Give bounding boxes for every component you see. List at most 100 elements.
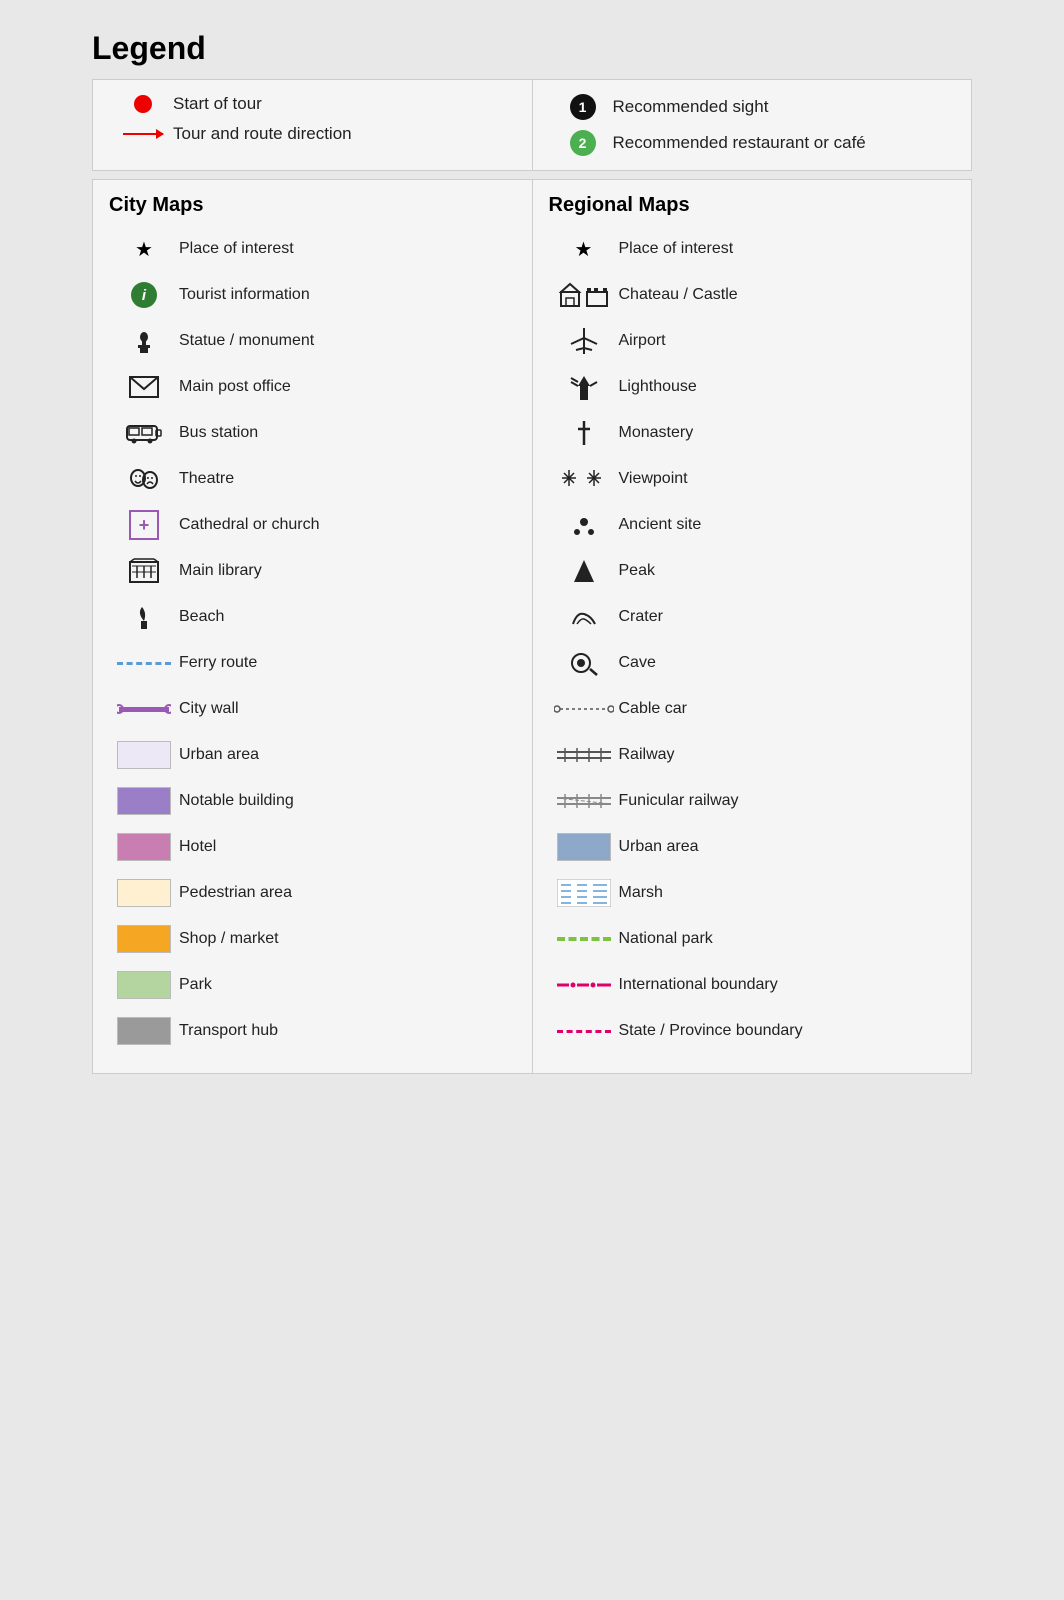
city-pedestrian-label: Pedestrian area bbox=[179, 884, 516, 902]
reg-chateau-label: Chateau / Castle bbox=[619, 286, 956, 304]
black-circle-1-icon: 1 bbox=[553, 94, 613, 120]
city-notable-building: Notable building bbox=[109, 783, 516, 819]
city-urban-area: Urban area bbox=[109, 737, 516, 773]
city-place-label: Place of interest bbox=[179, 240, 516, 258]
city-ferry: Ferry route bbox=[109, 645, 516, 681]
city-maps-title: City Maps bbox=[109, 194, 516, 217]
reg-cable-car-icon bbox=[549, 702, 619, 716]
reg-funicular-icon bbox=[549, 794, 619, 808]
reg-intl-boundary: International boundary bbox=[549, 967, 956, 1003]
reg-place-of-interest: ★ Place of interest bbox=[549, 231, 956, 267]
reg-monastery-label: Monastery bbox=[619, 424, 956, 442]
city-post-office: Main post office bbox=[109, 369, 516, 405]
city-park-swatch bbox=[109, 971, 179, 999]
reg-ancient-icon bbox=[549, 512, 619, 538]
reg-intl-boundary-icon bbox=[549, 981, 619, 989]
city-theatre-icon bbox=[109, 465, 179, 493]
reg-viewpoint-icon bbox=[549, 466, 619, 492]
city-info-icon: i bbox=[109, 282, 179, 308]
reg-urban-swatch bbox=[549, 833, 619, 861]
city-maps-col: City Maps ★ Place of interest i Tourist … bbox=[92, 179, 532, 1074]
reg-peak-icon bbox=[549, 558, 619, 584]
reg-airport-icon bbox=[549, 326, 619, 356]
city-tourist-info: i Tourist information bbox=[109, 277, 516, 313]
city-statue-icon bbox=[109, 327, 179, 355]
city-bus-icon bbox=[109, 422, 179, 444]
recommended-restaurant-row: 2 Recommended restaurant or café bbox=[553, 130, 952, 156]
reg-ancient-label: Ancient site bbox=[619, 516, 956, 534]
city-theatre: Theatre bbox=[109, 461, 516, 497]
city-notable-label: Notable building bbox=[179, 792, 516, 810]
city-shop: Shop / market bbox=[109, 921, 516, 957]
tour-direction-label: Tour and route direction bbox=[173, 124, 512, 144]
city-cross-icon: + bbox=[109, 510, 179, 540]
top-right: 1 Recommended sight 2 Recommended restau… bbox=[533, 80, 972, 170]
city-hotel: Hotel bbox=[109, 829, 516, 865]
recommended-sight-row: 1 Recommended sight bbox=[553, 94, 952, 120]
city-place-of-interest: ★ Place of interest bbox=[109, 231, 516, 267]
city-library-icon bbox=[109, 558, 179, 584]
reg-cable-car: Cable car bbox=[549, 691, 956, 727]
city-notable-swatch bbox=[109, 787, 179, 815]
city-pedestrian-swatch bbox=[109, 879, 179, 907]
start-of-tour-label: Start of tour bbox=[173, 94, 512, 114]
reg-crater-label: Crater bbox=[619, 608, 956, 626]
red-dot-icon bbox=[113, 95, 173, 113]
city-transport-hub: Transport hub bbox=[109, 1013, 516, 1049]
reg-chateau: Chateau / Castle bbox=[549, 277, 956, 313]
city-hotel-label: Hotel bbox=[179, 838, 516, 856]
city-wall-label: City wall bbox=[179, 700, 516, 718]
reg-peak: Peak bbox=[549, 553, 956, 589]
city-bus-label: Bus station bbox=[179, 424, 516, 442]
reg-state-boundary-icon bbox=[549, 1030, 619, 1033]
start-of-tour-row: Start of tour bbox=[113, 94, 512, 114]
city-wall: City wall bbox=[109, 691, 516, 727]
reg-cave-icon bbox=[549, 649, 619, 677]
reg-crater-icon bbox=[549, 606, 619, 628]
reg-lighthouse-icon bbox=[549, 372, 619, 402]
city-statue: Statue / monument bbox=[109, 323, 516, 359]
reg-marsh-swatch bbox=[549, 879, 619, 907]
city-beach-icon bbox=[109, 603, 179, 631]
reg-star-icon: ★ bbox=[549, 237, 619, 262]
reg-airport-label: Airport bbox=[619, 332, 956, 350]
city-library: Main library bbox=[109, 553, 516, 589]
reg-intl-boundary-label: International boundary bbox=[619, 976, 956, 994]
city-beach-label: Beach bbox=[179, 608, 516, 626]
city-hotel-swatch bbox=[109, 833, 179, 861]
tour-direction-row: Tour and route direction bbox=[113, 124, 512, 144]
top-section: Start of tour Tour and route direction 1… bbox=[92, 79, 972, 171]
reg-cave-label: Cave bbox=[619, 654, 956, 672]
recommended-sight-label: Recommended sight bbox=[613, 97, 952, 117]
reg-urban-label: Urban area bbox=[619, 838, 956, 856]
reg-funicular: Funicular railway bbox=[549, 783, 956, 819]
city-park: Park bbox=[109, 967, 516, 1003]
city-pedestrian: Pedestrian area bbox=[109, 875, 516, 911]
city-envelope-icon bbox=[109, 376, 179, 398]
reg-cable-car-label: Cable car bbox=[619, 700, 956, 718]
reg-national-park: National park bbox=[549, 921, 956, 957]
reg-marsh-label: Marsh bbox=[619, 884, 956, 902]
reg-marsh: Marsh bbox=[549, 875, 956, 911]
reg-railway-label: Railway bbox=[619, 746, 956, 764]
reg-monastery-icon bbox=[549, 419, 619, 447]
city-tourist-label: Tourist information bbox=[179, 286, 516, 304]
red-arrow-icon bbox=[113, 133, 173, 135]
city-transport-swatch bbox=[109, 1017, 179, 1045]
city-park-label: Park bbox=[179, 976, 516, 994]
city-cathedral-label: Cathedral or church bbox=[179, 516, 516, 534]
reg-ancient-site: Ancient site bbox=[549, 507, 956, 543]
city-urban-label: Urban area bbox=[179, 746, 516, 764]
city-urban-swatch bbox=[109, 741, 179, 769]
bottom-section: City Maps ★ Place of interest i Tourist … bbox=[92, 179, 972, 1074]
reg-lighthouse: Lighthouse bbox=[549, 369, 956, 405]
city-post-label: Main post office bbox=[179, 378, 516, 396]
reg-place-label: Place of interest bbox=[619, 240, 956, 258]
reg-chateau-icon bbox=[549, 282, 619, 308]
city-bus-station: Bus station bbox=[109, 415, 516, 451]
city-ferry-icon bbox=[109, 662, 179, 665]
reg-funicular-label: Funicular railway bbox=[619, 792, 956, 810]
reg-state-boundary-label: State / Province boundary bbox=[619, 1022, 956, 1040]
city-shop-swatch bbox=[109, 925, 179, 953]
legend-page: Legend Start of tour Tour and route dire… bbox=[82, 20, 982, 1084]
